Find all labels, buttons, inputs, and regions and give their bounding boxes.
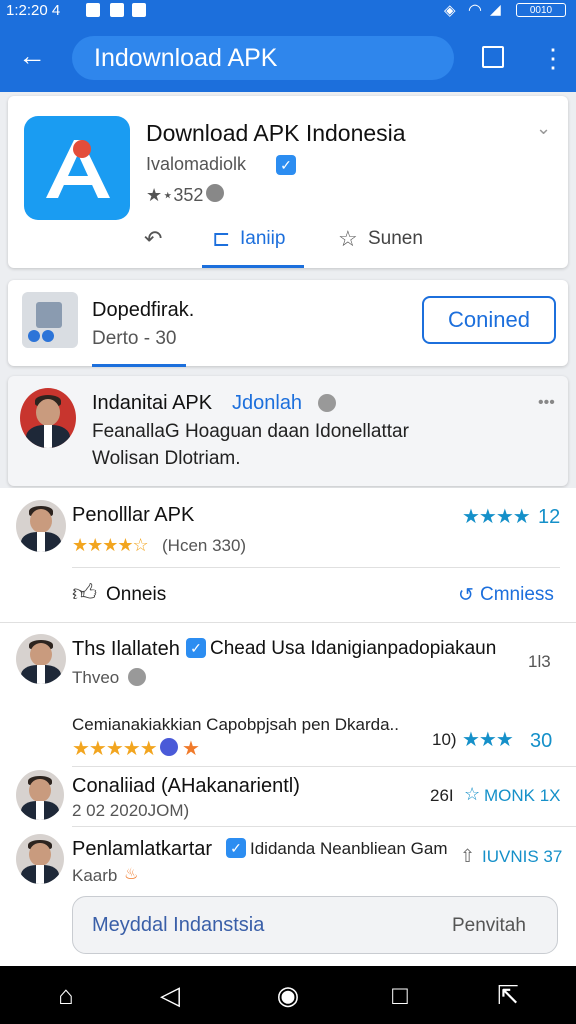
review-author[interactable]: Ths Ilallateh [72,638,180,661]
back-arrow-icon[interactable]: ← [18,42,48,72]
star-outline-icon[interactable]: ☆ [338,226,358,252]
developer-name[interactable]: Ivalomadiolk [146,154,246,175]
window-icon[interactable] [482,46,504,68]
more-horiz-icon[interactable]: ••• [538,394,555,412]
more-vert-icon[interactable]: ⋮ [540,40,566,76]
app-bar: ← Indownload APK ⋮ [0,22,576,92]
app-icon[interactable] [24,116,130,220]
avatar[interactable] [16,834,64,884]
verified-icon: ✓ [226,838,246,858]
star-outline-icon[interactable]: ☆ [464,784,480,805]
like-button[interactable]: Onneis [106,584,166,606]
divider [72,567,560,568]
back-icon[interactable]: ◁ [150,980,190,1011]
rating-stars: ★★★★ [462,506,531,528]
continue-button[interactable]: Conined [422,296,556,344]
review-stars: ★★★★★ [72,738,158,760]
review-meta: Thveo [72,668,120,687]
rating-count: 12 [538,506,561,528]
navigation-bar: ⌂ ◁ ◉ □ ⇱ [0,966,576,1024]
avatar[interactable] [16,500,66,552]
notification-icon [86,3,100,17]
up-icon[interactable]: ⇧ [460,846,475,867]
review-action[interactable]: IUVNIS 37 [482,847,562,867]
verified-icon: ✓ [186,638,206,658]
review-count: 1l3 [528,652,551,671]
rating-count: 30 [530,730,553,752]
star-icon: ★ [182,738,200,760]
app-title: Download APK Indonesia [146,120,406,146]
bookmark-icon[interactable]: ⊏ [212,226,230,252]
status-time: 1:2:20 4 [6,2,61,19]
share-back-icon[interactable]: ↶ [144,226,162,252]
search-input[interactable]: Indownload APK [72,36,454,80]
review-action[interactable]: MONK 1X [484,786,561,806]
wifi-icon: ◠ [468,2,482,19]
signal-icon: ◢ [490,1,501,17]
feed-author[interactable]: Indanitai APK [92,392,212,415]
tab-sunen[interactable]: Sunen [368,228,423,250]
divider [72,766,576,767]
app-logo-icon [46,140,110,198]
review-author[interactable]: Penlamlatkartar [72,838,212,861]
rotate-icon[interactable]: ⇱ [488,980,528,1011]
review-meta: (Hcen 330) [162,536,247,555]
info-icon [128,668,146,686]
info-icon [206,184,224,202]
feed-tag[interactable]: Jdonlah [232,392,302,415]
rating-stars: ★★★ [462,729,514,751]
feed-line: Wolisan Dlotriam. [92,448,241,469]
badge-icon [160,738,178,756]
battery-icon: 0010 [516,3,566,17]
status-bar: 1:2:20 4 ◈ ◠ ◢ 0010 [0,0,576,22]
app-rating: ★⋆352 [146,185,204,205]
promo-title: Dopedfirak. [92,299,195,321]
fire-icon: ♨ [124,866,139,883]
tab-underline [202,265,304,268]
home-circle-icon[interactable]: ◉ [268,980,308,1011]
divider [72,826,576,827]
tab-ianiip[interactable]: Ianiip [240,228,285,250]
avatar[interactable] [16,634,66,684]
reply-input[interactable]: Meyddal Indanstsia [92,914,264,937]
review-author[interactable]: Conaliiad (AHakanarientl) [72,775,300,798]
promo-subtitle: Derto - 30 [92,328,177,349]
review-comment: Cemianakiakkian Capobpjsah pen Dkarda.. [72,715,399,734]
avatar[interactable] [16,770,64,820]
notification-icon [132,3,146,17]
review-meta: 2 02 2020JOM) [72,801,190,820]
review-count: 26I [430,786,454,805]
notification-icon [110,3,124,17]
comments-button[interactable]: Cmniess [480,584,554,606]
home-icon[interactable]: ⌂ [46,980,86,1011]
review-headline: Chead Usa Idanigianpadopiakaun [210,638,497,659]
review-headline: Ididanda Neanbliean Gam [250,839,448,858]
thumbs-up-icon[interactable]: 👍︎ [72,580,97,608]
recents-icon[interactable]: □ [380,980,420,1011]
review-author[interactable]: Penolllar APK [72,504,194,527]
chevron-down-icon[interactable]: ⌄ [536,118,551,139]
verified-icon [318,394,336,412]
review-count: 10) [432,730,457,749]
review-meta: Kaarb [72,866,118,885]
avatar[interactable] [20,388,76,448]
send-button[interactable]: Penvitah [452,915,526,937]
location-icon: ◈ [444,2,456,19]
verified-icon: ✓ [276,155,296,175]
comment-icon[interactable]: ↺ [458,584,474,607]
promo-underline [92,364,186,367]
promo-thumbnail-icon [22,292,78,348]
divider [0,622,576,623]
feed-line: FeanallaG Hoaguan daan Idonellattar [92,421,409,442]
review-stars: ★★★★☆ [72,535,149,555]
